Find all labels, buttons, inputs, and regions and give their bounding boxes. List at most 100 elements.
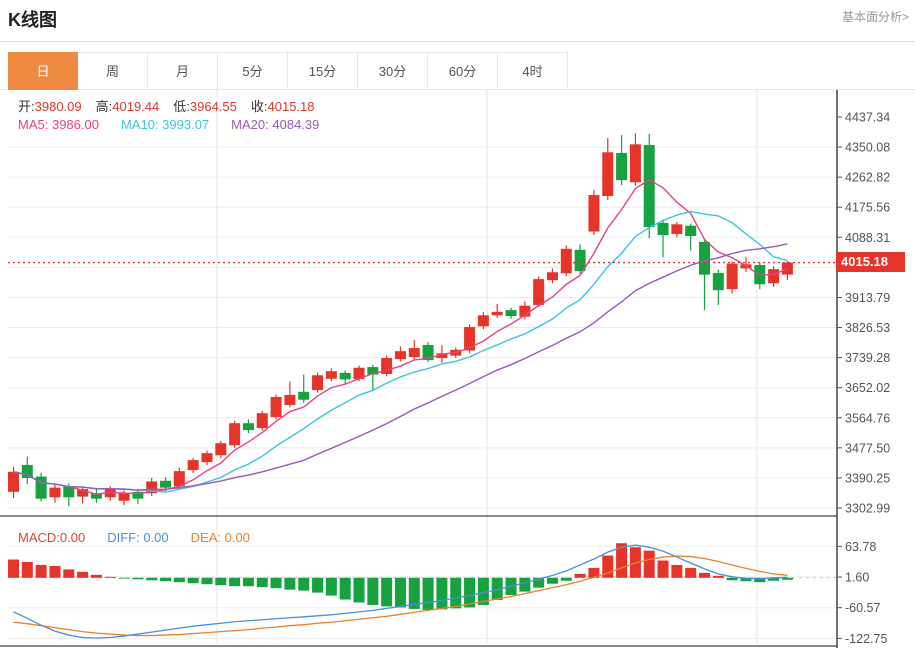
last-price-tag: 4015.18 [836,252,905,272]
y-axis-label: 4437.34 [845,111,890,125]
candle-body [685,226,696,236]
y-axis-label: 4175.56 [845,201,890,215]
macd-bar [146,578,157,580]
macd-bar [22,562,33,578]
fundamental-analysis-link[interactable]: 基本面分析> [842,8,909,25]
y-axis-label: -122.75 [845,632,887,646]
candle-body [506,310,517,316]
ma20-readout: MA20: 4084.39 [231,117,319,132]
high-value: 4019.44 [112,99,159,114]
candle-body [616,153,627,180]
y-axis-label: 3913.79 [845,291,890,305]
macd-bar [547,578,558,584]
candle-body [49,488,60,498]
page-title: K线图 [8,6,57,32]
open-label: 开: [18,99,35,114]
macd-bar [450,578,461,609]
ma5-readout: MA5: 3986.00 [18,117,99,132]
macd-bar [312,578,323,593]
ma-readout: MA5: 3986.00 MA10: 3993.07 MA20: 4084.39 [18,117,341,132]
candle-body [409,348,420,357]
candle-body [768,269,779,283]
candle-body [298,392,309,400]
y-axis-label: 1.60 [845,571,869,585]
candle-body [782,263,793,275]
macd-bar [326,578,337,596]
y-axis-label: 4088.31 [845,231,890,245]
y-axis-label: 3739.28 [845,351,890,365]
tab-week[interactable]: 周 [78,52,148,90]
candle-body [284,395,295,405]
macd-bar [713,576,724,578]
candle-body [395,351,406,359]
macd-bar [63,569,74,577]
macd-bar [91,575,102,578]
ma10-readout: MA10: 3993.07 [121,117,209,132]
candle-body [630,144,641,182]
ma20-line [14,244,788,490]
close-value: 4015.18 [268,99,315,114]
candle-body [271,397,282,417]
tab-60min[interactable]: 60分 [428,52,498,90]
candle-body [340,373,351,380]
macd-bar [381,578,392,607]
candle-body [727,264,738,290]
tab-4hour[interactable]: 4时 [498,52,568,90]
macd-bar [229,578,240,586]
open-value: 3980.09 [35,99,82,114]
interval-tabs: 日 周 月 5分 15分 30分 60分 4时 [8,52,568,90]
tab-15min[interactable]: 15分 [288,52,358,90]
candle-body [713,273,724,290]
macd-bar [257,578,268,587]
candle-body [492,312,503,315]
macd-bar [423,578,434,610]
macd-bar [354,578,365,603]
candle-body [257,413,268,428]
ma5-line [14,180,788,494]
y-axis-label: 3826.53 [845,321,890,335]
macd-bar [188,578,199,583]
candle-body [201,453,212,462]
macd-bar [174,578,185,582]
macd-bar [8,560,19,578]
macd-bar [658,561,669,578]
tab-30min[interactable]: 30分 [358,52,428,90]
macd-bar [727,578,738,580]
low-value: 3964.55 [190,99,237,114]
tab-month[interactable]: 月 [148,52,218,90]
candle-body [478,315,489,326]
candle-body [243,423,254,430]
ohlc-readout: 开:3980.09高:4019.44低:3964.55收:4015.18 [18,96,329,115]
y-axis-label: 63.78 [845,540,876,554]
y-axis-label: -60.57 [845,601,880,615]
macd-bar [644,551,655,578]
dea-value-readout: DEA: 0.00 [191,530,250,545]
candle-body [671,224,682,234]
tab-day[interactable]: 日 [8,52,78,90]
candle-body [326,371,337,379]
macd-bar [132,578,143,579]
candle-body [699,242,710,275]
macd-bar [105,577,116,578]
macd-bar [699,573,710,578]
macd-bar [77,572,88,578]
candle-body [547,272,558,280]
candle-body [588,195,599,232]
candle-body [8,472,19,492]
y-axis-label: 3652.02 [845,381,890,395]
candle-body [229,423,240,445]
candle-body [312,375,323,390]
candle-body [160,481,171,488]
high-label: 高: [96,99,113,114]
title-divider [0,41,915,42]
candle-body [22,465,33,478]
diff-value-readout: DIFF: 0.00 [107,530,168,545]
candle-body [215,443,226,455]
candle-body [188,460,199,470]
close-label: 收: [251,99,268,114]
macd-bar [215,578,226,585]
candle-body [644,145,655,227]
macd-value-readout: MACD:0.00 [18,530,85,545]
macd-bar [36,565,47,578]
tab-5min[interactable]: 5分 [218,52,288,90]
